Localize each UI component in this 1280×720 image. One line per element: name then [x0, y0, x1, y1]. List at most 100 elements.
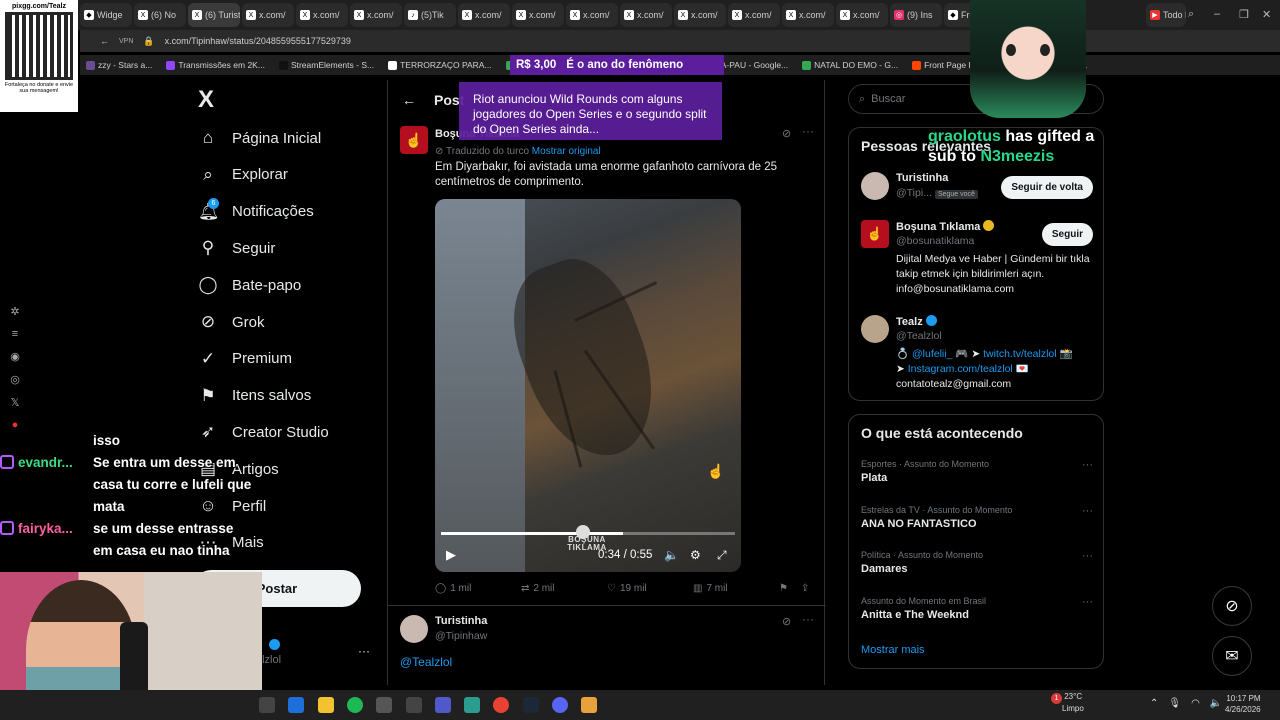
browser-tab[interactable]: ▶Todo M [1146, 3, 1186, 27]
tweet-avatar[interactable]: ☝ [400, 126, 428, 154]
volume-icon[interactable]: 🔈 [664, 548, 679, 562]
back-arrow-icon[interactable]: ← [402, 92, 416, 108]
search-tabs-icon[interactable]: ⌕ [1188, 8, 1194, 21]
url-text[interactable]: x.com/Tipinhaw/status/204855955517752973… [165, 36, 351, 46]
trend-item[interactable]: Assunto do Momento em Brasil Anitta e The… [861, 596, 1093, 621]
bookmark-item[interactable]: Transmissões em 2K... [166, 60, 265, 70]
app-icon[interactable] [581, 697, 598, 713]
file-explorer-icon[interactable] [259, 697, 275, 713]
browser-tab[interactable]: Xx.com/ [242, 3, 294, 27]
person-name[interactable]: Turistinha [896, 172, 948, 184]
x-side-icon[interactable]: 𝕏 [11, 396, 20, 409]
show-original-link[interactable]: Mostrar original [532, 146, 601, 157]
whatsapp-icon[interactable]: ◎ [10, 373, 20, 386]
close-icon[interactable]: ✕ [1262, 8, 1271, 21]
ai-icon[interactable]: ✲ [10, 305, 19, 318]
video-player[interactable]: BOŞUNA TIKLAMA ▶ 0:34 / 0:55 🔈 ⚙ ⤢ ☝ [435, 199, 741, 572]
person-tealz[interactable]: Tealz @Tealzlol 💍 @lufelii_ 🎮 ➤ twitch.t… [861, 315, 1093, 395]
avatar[interactable]: ☝ [861, 220, 889, 248]
trend-more-icon[interactable]: ··· [1082, 459, 1093, 471]
person-bosuna[interactable]: ☝ Boşuna Tıklama @bosunatiklama Dijital … [861, 220, 1093, 300]
bio-link-lufelii[interactable]: @lufelii_ [912, 348, 952, 360]
grok-fab-icon[interactable]: ⊘ [1212, 586, 1252, 626]
fullscreen-icon[interactable]: ⤢ [717, 548, 727, 563]
discord-icon[interactable] [552, 697, 568, 713]
browser-tab[interactable]: Xx.com/ [782, 3, 834, 27]
teams-icon[interactable] [434, 697, 451, 713]
reply-more-icon[interactable]: ··· [802, 612, 814, 626]
terminal-icon[interactable] [464, 697, 481, 713]
chevron-up-icon[interactable]: ⌃ [1150, 698, 1158, 709]
spotify-icon[interactable] [346, 697, 363, 713]
browser-tab[interactable]: Xx.com/ [566, 3, 618, 27]
sidebar-item-grok[interactable]: ⊘ Grok [198, 312, 265, 332]
minimize-icon[interactable]: – [1214, 8, 1220, 20]
sidebar-item-home[interactable]: ⌂ Página Inicial [198, 128, 321, 148]
browser-tab[interactable]: Xx.com/ [728, 3, 780, 27]
bookmark-icon[interactable]: ⚑ [779, 583, 788, 594]
x-logo[interactable]: X [198, 86, 214, 114]
sidebar-item-premium[interactable]: ✓ Premium [198, 349, 292, 369]
reply-avatar[interactable] [400, 615, 428, 643]
browser-tab[interactable]: ◆ Widge [80, 3, 132, 27]
reply-count[interactable]: ◯ 1 mil [435, 583, 471, 594]
browser-tab[interactable]: Xx.com/ [674, 3, 726, 27]
steam-icon[interactable] [522, 697, 539, 713]
play-icon[interactable]: ▶ [446, 547, 456, 563]
mic-icon[interactable]: 🎙 [1168, 698, 1181, 709]
person-name[interactable]: Tealz [896, 315, 937, 328]
avatar[interactable] [861, 315, 889, 343]
browser-tab[interactable]: X(6) Turistinha [188, 3, 240, 27]
bookmark-item[interactable]: TERRORZAÇO PARA... [388, 60, 492, 70]
trend-more-icon[interactable]: ··· [1082, 505, 1093, 517]
share-icon[interactable]: ⇪ [801, 583, 809, 594]
game-icon[interactable] [405, 697, 422, 713]
view-count[interactable]: ▥ 7 mil [693, 583, 728, 594]
bookmark-item[interactable]: NATAL DO EMO - G... [802, 60, 898, 70]
trend-item[interactable]: Esportes · Assunto do Momento Plata ··· [861, 459, 1093, 484]
trend-more-icon[interactable]: ··· [1082, 596, 1093, 608]
avatar[interactable] [861, 172, 889, 200]
gear-icon[interactable]: ⚙ [690, 548, 701, 562]
grok-icon[interactable]: ⊘ [782, 127, 791, 140]
browser-tab[interactable]: Xx.com/ [836, 3, 888, 27]
reply-author[interactable]: Turistinha [435, 615, 487, 627]
person-name[interactable]: Boşuna Tıklama [896, 220, 995, 233]
follow-back-button[interactable]: Seguir de volta [1001, 176, 1093, 199]
reply-text[interactable]: @Tealzlol [400, 655, 452, 669]
reply-handle[interactable]: @Tipinhaw [435, 630, 487, 642]
taskbar-clock[interactable]: 10:17 PM 4/26/2026 [1225, 693, 1261, 715]
browser-tab[interactable]: Xx.com/ [350, 3, 402, 27]
address-bar[interactable]: ← VPN 🔒 x.com/Tipinhaw/status/2048559555… [80, 30, 1280, 52]
person-turistinha[interactable]: Turistinha @Tipi... Segue você Seguir de … [861, 172, 1093, 202]
trend-more-icon[interactable]: ··· [1082, 550, 1093, 562]
bookmark-item[interactable]: StreamElements - S... [278, 60, 374, 70]
repost-count[interactable]: ⇄ 2 mil [521, 583, 555, 594]
trend-item[interactable]: Estrelas da TV · Assunto do Momento ANA N… [861, 505, 1093, 530]
sidebar-item-search[interactable]: ⌕ Explorar [198, 165, 288, 185]
follow-button[interactable]: Seguir [1041, 223, 1093, 246]
folder-icon[interactable] [317, 697, 334, 713]
vpn-badge[interactable]: VPN [119, 38, 133, 45]
grok-icon[interactable]: ⊘ [782, 615, 791, 628]
maximize-icon[interactable]: ❐ [1239, 8, 1249, 21]
browser-tab[interactable]: ♪ (5)Tik [404, 3, 456, 27]
browser-tab[interactable]: Xx.com/ [512, 3, 564, 27]
sidebar-item-chat[interactable]: ◯ Bate-papo [198, 275, 301, 295]
obs-icon[interactable] [376, 697, 393, 713]
browser-tab[interactable]: Xx.com/ [620, 3, 672, 27]
dash-icon[interactable]: ≡ [12, 328, 18, 340]
tweet-more-icon[interactable]: ··· [802, 124, 814, 138]
trend-item[interactable]: Política · Assunto do Momento Damares ··· [861, 550, 1093, 575]
sidebar-item-follow[interactable]: ⚲ Seguir [198, 238, 276, 258]
browser-tab[interactable]: X (6) No [134, 3, 186, 27]
browser-tab[interactable]: Xx.com/ [458, 3, 510, 27]
sidebar-item-bell[interactable]: 🔔︎ 6 Notificações [198, 197, 314, 222]
bio-link-twitch[interactable]: twitch.tv/tealzlol [983, 348, 1057, 360]
browser-tab[interactable]: ◎ (9) Ins [890, 3, 942, 27]
back-icon[interactable]: ← [100, 36, 109, 46]
bookmark-item[interactable]: zzy - Stars a... [86, 60, 152, 70]
bio-link-instagram[interactable]: Instagram.com/tealzlol [908, 363, 1013, 375]
weather-widget[interactable]: 1 23°C Limpo [1048, 692, 1084, 714]
sidebar-item-bookmark[interactable]: ⚑ Itens salvos [198, 386, 311, 406]
